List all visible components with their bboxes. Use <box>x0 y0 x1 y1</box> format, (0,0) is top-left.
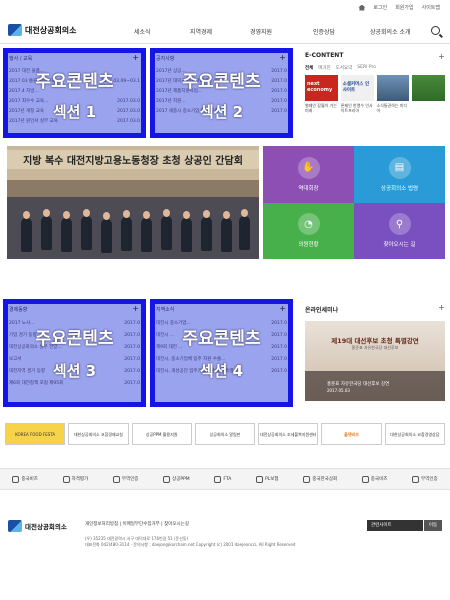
overlay-subtitle: 섹션 2 <box>199 103 244 121</box>
econtent-item[interactable]: next economy 벌떼인 잡월이 가는 미래 <box>305 75 338 113</box>
service-icon <box>256 475 264 483</box>
service-icon <box>62 475 70 483</box>
partner-banner[interactable]: KOREA FOOD FESTA <box>5 423 66 445</box>
econtent-item[interactable]: 소셜커머스 인사이트 론제인 한열수 인사이트프리아 <box>340 75 374 113</box>
handshake-icon: ✋ <box>297 156 320 179</box>
more-plus-icon[interactable]: + <box>132 53 139 62</box>
service-link[interactable]: 자격평가 <box>62 475 88 483</box>
overlay-subtitle: 섹션 1 <box>52 103 97 121</box>
sitemap-link[interactable]: 사이트맵 <box>422 4 440 11</box>
service-icon <box>303 475 311 483</box>
econtent-section: E-CONTENT + 전체 메거진 도서요약 SERI Pro next ec… <box>305 52 445 138</box>
document-icon: ▤ <box>388 156 411 179</box>
seminar-video-thumbnail[interactable]: 제19대 대선후보 초청 특별강연 홍준표 자유한국당 대선후보 홍준표 자유한… <box>305 321 445 401</box>
content-section-1: 행사 / 교육 + 2017 대전 물품... 2017.03 통원 실무교육 2… <box>3 48 146 138</box>
nav-item-about[interactable]: 상공회의소 소개 <box>370 27 411 36</box>
tile-chamber-law[interactable]: ▤ 상공회의소 법령 <box>354 146 445 203</box>
chamber-logo-icon <box>8 520 22 532</box>
overlay-subtitle: 섹션 3 <box>52 362 97 380</box>
overlay-title: 주요콘텐츠 <box>35 329 114 349</box>
location-pin-icon: ⚲ <box>388 213 411 236</box>
econtent-title: E-CONTENT <box>305 52 344 59</box>
service-link[interactable]: 중국한국상회 <box>303 475 337 483</box>
footer-logo[interactable]: 대전상공회의소 <box>8 520 67 532</box>
nav-item-news[interactable]: 세소식 <box>134 27 151 36</box>
tab-all[interactable]: 전체 <box>305 65 313 71</box>
overlay-subtitle: 섹션 4 <box>199 362 244 380</box>
related-sites-select[interactable]: 관련사이트 <box>367 520 423 531</box>
event-photo-banner[interactable]: 지방 복수 대전지방고용노동청장 초청 상공인 간담회 <box>7 146 259 259</box>
service-link[interactable]: PL보험 <box>256 475 279 483</box>
search-icon[interactable] <box>431 26 440 35</box>
section-heading: 공지사항 <box>156 56 175 62</box>
partner-banner[interactable]: 대한상공회의소 코참경제교실 <box>68 423 129 445</box>
more-plus-icon[interactable]: + <box>438 52 445 61</box>
go-button[interactable]: 이동 <box>424 520 442 531</box>
partner-banner[interactable]: 올댓비즈 <box>321 423 382 445</box>
chamber-logo-icon <box>8 24 22 36</box>
tab-seri-pro[interactable]: SERI Pro <box>357 65 376 71</box>
content-section-2: 공지사항 + 2017년 상공... 2017.0 2017년 대덕구 주최 20… <box>150 48 293 138</box>
tab-magazine[interactable]: 메거진 <box>318 65 330 71</box>
more-plus-icon[interactable]: + <box>279 304 286 313</box>
nav-item-support[interactable]: 경영지원 <box>250 27 272 36</box>
footer-links[interactable]: 개인정보처리방침 | 이메일무단수집거부 | 찾아오시는길 <box>85 521 189 527</box>
quick-links-grid: ✋ 역대회장 ▤ 상공회의소 법령 ◔ 의원현황 ⚲ 찾아오시는 길 <box>263 146 445 259</box>
service-icon <box>361 475 369 483</box>
section-heading: 지역소식 <box>156 307 175 313</box>
overlay-title: 주요콘텐츠 <box>182 72 261 92</box>
service-link[interactable]: 중국비즈 <box>361 475 387 483</box>
login-link[interactable]: 로그인 <box>373 4 387 11</box>
main-header: 대전상공회의소 세소식 지역경제 경영지원 인증상담 상공회의소 소개 <box>0 18 450 44</box>
service-link[interactable]: 무역인증 <box>112 475 138 483</box>
home-icon[interactable] <box>358 4 366 11</box>
service-link[interactable]: 중국비즈 <box>12 475 38 483</box>
partner-banner[interactable]: 대전상공회의소 조세불복지원센터 <box>258 423 319 445</box>
section-heading: 행사 / 교육 <box>9 56 33 62</box>
econtent-item[interactable] <box>412 75 445 113</box>
more-plus-icon[interactable]: + <box>438 303 445 312</box>
content-section-4: 지역소식 + 대전시 중소기업... 2017.0 대전시 ... 2017.0 제… <box>150 299 293 407</box>
section-heading: 경제동향 <box>9 307 28 313</box>
tile-former-chairmen[interactable]: ✋ 역대회장 <box>263 146 354 203</box>
overlay-title: 주요콘텐츠 <box>182 329 261 349</box>
partner-banner[interactable]: 상공PPM 활용지원 <box>131 423 192 445</box>
banner-title: 지방 복수 대전지방고용노동청장 초청 상공인 간담회 <box>7 150 259 169</box>
more-plus-icon[interactable]: + <box>132 304 139 313</box>
service-icon <box>412 475 420 483</box>
nav-item-economy[interactable]: 지역경제 <box>190 27 212 36</box>
online-seminar-section: 온라인세미나 + 제19대 대선후보 초청 특별강연 홍준표 자유한국당 대선후… <box>305 303 445 407</box>
services-strip: 중국비즈 자격평가 무역인증 상공PPM FTA PL보험 중국한국상회 중국비… <box>0 468 450 490</box>
service-icon <box>214 475 222 483</box>
service-link[interactable]: 상공PPM <box>163 475 190 483</box>
tile-directions[interactable]: ⚲ 찾아오시는 길 <box>354 202 445 259</box>
partner-banner[interactable]: 대한상공회의소 코참경영상담 <box>384 423 445 445</box>
partner-banner-strip: KOREA FOOD FESTA 대한상공회의소 코참경제교실 상공PPM 활용… <box>5 423 445 445</box>
service-icon <box>112 475 120 483</box>
partner-banner[interactable]: 상공회의소 알림판 <box>194 423 256 445</box>
econtent-tabs: 전체 메거진 도서요약 SERI Pro <box>305 65 445 71</box>
service-link[interactable]: 무역인증 <box>412 475 438 483</box>
pie-chart-icon: ◔ <box>297 213 320 236</box>
top-utility-bar: 로그인 회원가입 사이트맵 <box>0 0 450 18</box>
service-link[interactable]: FTA <box>214 475 231 483</box>
econtent-item[interactable]: 소식통권하는 미디어 <box>376 75 410 113</box>
site-logo[interactable]: 대전상공회의소 <box>8 24 77 36</box>
overlay-title: 주요콘텐츠 <box>35 72 114 92</box>
tab-book-summary[interactable]: 도서요약 <box>336 65 353 71</box>
content-section-3: 경제동향 + 2017 노사... 2017.0 기업 경기 동향 2017.0 대… <box>3 299 146 407</box>
service-icon <box>12 475 20 483</box>
more-plus-icon[interactable]: + <box>279 53 286 62</box>
service-icon <box>163 475 171 483</box>
seminar-title: 온라인세미나 <box>305 307 339 314</box>
join-link[interactable]: 회원가입 <box>395 4 413 11</box>
tile-members[interactable]: ◔ 의원현황 <box>263 202 354 259</box>
footer-address: (우) 35235 대전광역시 서구 대덕대로 176번길 51 (둔산동) 대… <box>85 536 296 547</box>
footer: 대전상공회의소 개인정보처리방침 | 이메일무단수집거부 | 찾아오시는길 (우… <box>0 500 450 600</box>
nav-item-cert[interactable]: 인증상담 <box>313 27 335 36</box>
